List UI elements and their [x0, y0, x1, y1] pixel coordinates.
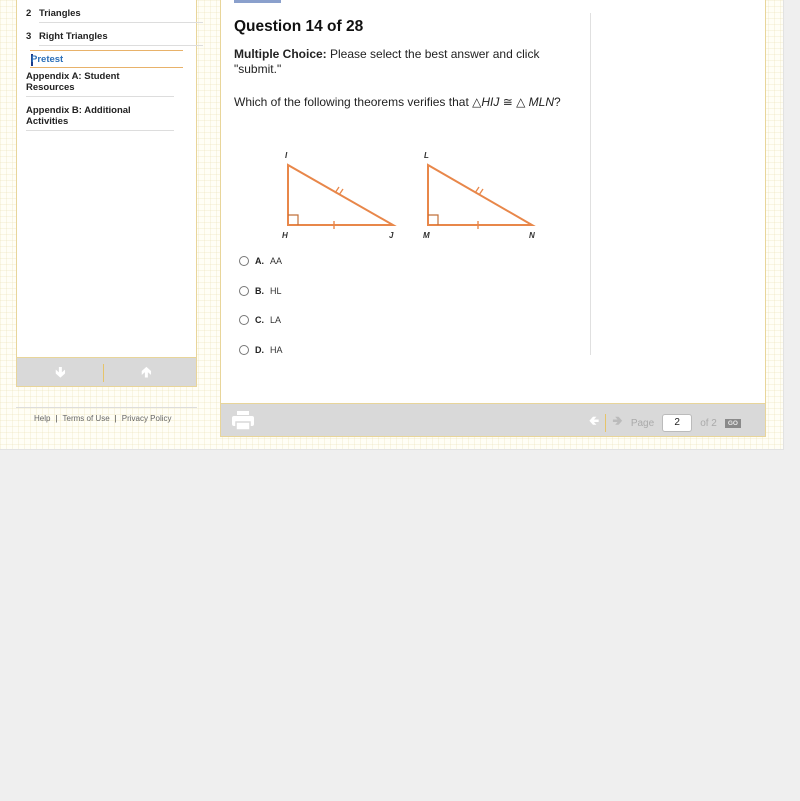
question-panel: Question 14 of 28 Multiple Choice: Pleas… — [220, 0, 766, 403]
content-divider — [590, 13, 591, 355]
vertex-label-l: L — [424, 151, 429, 160]
vertex-label-i: I — [285, 151, 288, 160]
choice-a[interactable]: A. AA — [239, 254, 283, 284]
help-link[interactable]: Help — [34, 414, 50, 423]
page-label: Page — [630, 417, 655, 429]
vertex-label-m: M — [423, 231, 430, 240]
page-number-input[interactable]: 2 — [662, 414, 693, 432]
triangle-symbol-icon: △ — [472, 95, 482, 109]
divider — [26, 130, 174, 131]
sidebar-nav: 🢃 🢁 — [16, 357, 197, 387]
prev-page-icon[interactable]: 🢀 — [589, 412, 600, 434]
triangle-hij — [287, 163, 397, 229]
arrow-up-icon[interactable]: 🢁 — [141, 364, 152, 382]
choice-c[interactable]: C. LA — [239, 313, 283, 343]
bottom-toolbar: 🢀 🢂 Page 2 of 2 GO — [220, 403, 766, 437]
triangle-mln-outline — [427, 163, 536, 226]
choice-d[interactable]: D. HA — [239, 343, 283, 373]
pagination: 🢀 🢂 Page 2 of 2 GO — [589, 412, 741, 434]
toc-item-appendix-b[interactable]: Appendix B: Additional Activities — [26, 105, 131, 127]
right-angle-mark-h — [288, 214, 299, 225]
arrow-down-icon[interactable]: 🢃 — [55, 364, 66, 382]
next-page-icon[interactable]: 🢂 — [612, 412, 623, 434]
triangle-hij-outline — [287, 163, 397, 226]
go-button[interactable]: GO — [724, 418, 741, 428]
question-title: Question 14 of 28 — [234, 18, 364, 35]
table-of-contents: 2 Triangles 3 Right Triangles Pretest Appe… — [16, 0, 203, 357]
triangles-figure: I H J L M N — [282, 151, 536, 240]
footer-divider — [16, 407, 197, 408]
radio-d[interactable] — [239, 344, 249, 355]
answer-choices: A. AA B. HL C. LA D. HA — [239, 254, 283, 372]
divider — [26, 96, 174, 97]
toc-item-right-triangles[interactable]: 3 Right Triangles — [26, 31, 108, 42]
divider — [39, 22, 203, 23]
choice-b[interactable]: B. HL — [239, 284, 283, 314]
radio-b[interactable] — [239, 285, 249, 296]
active-divider — [30, 50, 183, 51]
radio-a[interactable] — [239, 256, 249, 266]
footer-links: Help | Terms of Use | Privacy Policy — [34, 414, 172, 423]
double-tick-1-ln — [474, 186, 480, 194]
top-tab[interactable] — [234, 0, 281, 3]
toc-item-triangles[interactable]: 2 Triangles — [26, 8, 81, 19]
toc-item-pretest[interactable]: Pretest — [31, 54, 63, 65]
page-background: 2 Triangles 3 Right Triangles Pretest Appe… — [0, 0, 784, 450]
divider — [39, 45, 203, 46]
active-divider — [30, 67, 183, 68]
double-tick-2-ij — [338, 188, 344, 196]
radio-c[interactable] — [239, 315, 249, 325]
terms-link[interactable]: Terms of Use — [63, 414, 110, 423]
right-angle-mark-m — [428, 214, 439, 225]
nav-divider — [103, 364, 104, 382]
vertex-label-h: H — [282, 231, 288, 240]
vertex-label-n: N — [529, 231, 535, 240]
instructions: Multiple Choice: Please select the best … — [234, 47, 540, 76]
page-total: of 2 — [700, 417, 717, 429]
privacy-link[interactable]: Privacy Policy — [122, 414, 172, 423]
triangle-mln — [427, 163, 536, 229]
double-tick-2-ln — [478, 188, 484, 196]
pager-divider — [605, 414, 607, 432]
printer-icon[interactable] — [231, 410, 255, 432]
toc-item-appendix-a[interactable]: Appendix A: Student Resources — [26, 71, 120, 93]
question-prompt: Which of the following theorems verifies… — [234, 95, 561, 109]
vertex-label-j: J — [389, 231, 394, 240]
triangle-symbol-icon: △ — [516, 95, 526, 109]
